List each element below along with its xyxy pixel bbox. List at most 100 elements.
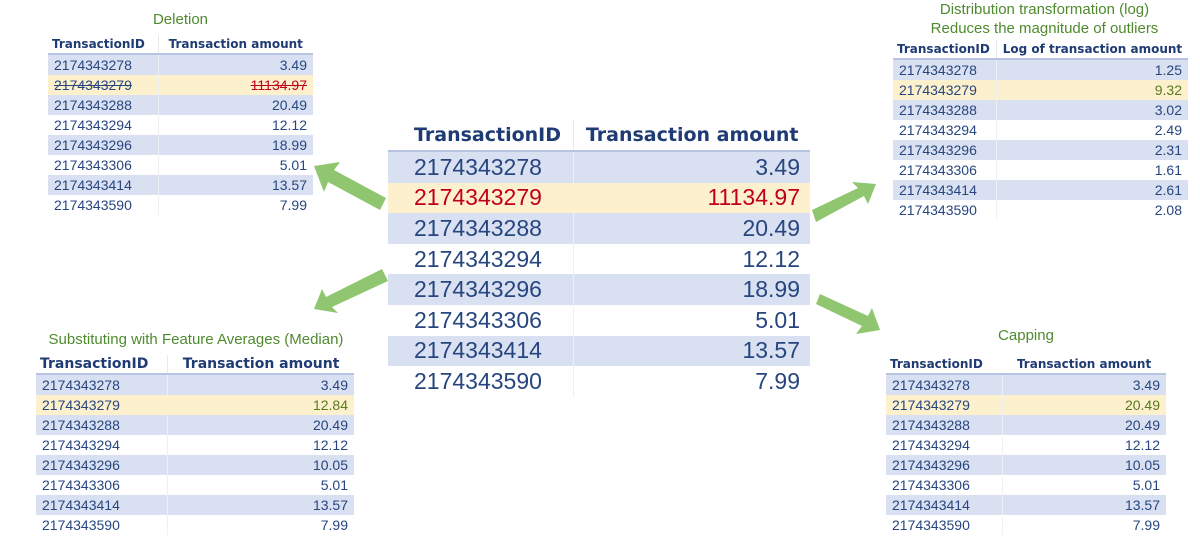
table-row: 2174343590 7.99 (36, 515, 354, 535)
header-transaction-amount: Transaction amount (167, 355, 354, 374)
transaction-id-cell: 2174343296 (36, 455, 168, 475)
transaction-amount-cell: 20.49 (157, 95, 313, 115)
transaction-amount-cell: 12.12 (573, 243, 810, 275)
transaction-amount-cell: 5.01 (1001, 475, 1166, 495)
table-row: 2174343294 12.12 (886, 435, 1166, 455)
arrow-to-median-icon (314, 269, 388, 313)
transaction-id-cell: 2174343414 (36, 495, 168, 515)
transaction-id-cell: 2174343279 (886, 395, 1003, 415)
capping-title: Capping (998, 327, 1054, 344)
transaction-id-cell: 2174343294 (899, 122, 977, 138)
table-row: 2174343296 18.99 (48, 135, 313, 155)
transaction-amount-cell: 7.99 (573, 366, 810, 397)
transaction-id-cell: 2174343414 (48, 175, 159, 195)
transaction-id-cell: 2174343414 (893, 180, 997, 200)
table-row: 2174343279 11134.97 (388, 182, 810, 214)
header-transaction-amount: Transaction amount (1016, 357, 1152, 371)
transaction-id-cell: 2174343590 (899, 202, 977, 218)
transaction-amount-cell: 3.49 (1001, 373, 1166, 395)
header-transaction-id: TransactionID (897, 42, 990, 56)
capping-panel: Capping TransactionID Transaction amount… (886, 326, 1166, 535)
transaction-id-cell: 2174343278 (48, 53, 159, 75)
median-panel: Substituting with Feature Averages (Medi… (36, 330, 356, 535)
deletion-table: TransactionID Transaction amount 2174343… (48, 35, 313, 215)
transaction-amount-cell: 10.05 (1001, 455, 1166, 475)
transaction-id-cell: 2174343306 (54, 157, 132, 173)
transaction-amount-cell: 13.57 (1001, 495, 1166, 515)
table-row: 2174343296 18.99 (388, 274, 810, 305)
arrow-to-log-transform-icon (812, 182, 876, 222)
transaction-id-cell: 2174343306 (42, 477, 120, 493)
table-row: 2174343288 20.49 (36, 415, 354, 435)
median-title: Substituting with Feature Averages (Medi… (48, 331, 344, 348)
header-log-amount: Log of transaction amount (995, 40, 1188, 59)
transaction-amount-cell: 5.01 (157, 155, 313, 175)
transaction-amount-cell: 18.99 (573, 274, 810, 305)
transaction-id-cell: 2174343296 (886, 455, 1003, 475)
table-row: 2174343278 1.25 (893, 58, 1188, 80)
header-transaction-id: TransactionID (890, 357, 983, 371)
transaction-amount-cell: 20.49 (1001, 415, 1166, 435)
table-row: 2174343294 12.12 (388, 243, 810, 275)
transaction-id-cell: 2174343288 (36, 415, 168, 435)
transaction-amount-cell: 7.99 (167, 515, 354, 535)
table-row: 2174343278 3.49 (886, 373, 1166, 395)
deletion-panel: Deletion TransactionID Transaction amoun… (48, 10, 313, 215)
table-row: 2174343296 2.31 (893, 140, 1188, 160)
log-transform-panel: Distribution transformation (log) Reduce… (893, 0, 1188, 220)
table-row: 2174343294 12.12 (36, 435, 354, 455)
transaction-amount-cell: 13.57 (157, 175, 313, 195)
transaction-id-cell: 2174343278 (893, 58, 997, 80)
transaction-amount-cell: 3.49 (157, 53, 313, 75)
transaction-id-cell: 2174343279 (893, 80, 997, 100)
table-row: 2174343288 3.02 (893, 100, 1188, 120)
table-row: 2174343590 2.08 (893, 200, 1188, 220)
arrow-to-capping-icon (816, 294, 880, 334)
table-row: 2174343306 5.01 (36, 475, 354, 495)
transaction-amount-cell: 11134.97 (573, 182, 810, 214)
table-row: 2174343288 20.49 (388, 213, 810, 244)
table-row: 2174343288 20.49 (886, 415, 1166, 435)
header-transaction-id: TransactionID (414, 124, 561, 146)
capping-table: TransactionID Transaction amount 2174343… (886, 355, 1166, 535)
transaction-id-cell: 2174343414 (886, 495, 1003, 515)
header-transaction-id: TransactionID (40, 356, 149, 372)
transaction-amount-cell: 20.49 (1001, 395, 1166, 415)
transaction-id-cell: 2174343590 (892, 517, 970, 533)
transaction-amount-cell: 12.12 (157, 115, 313, 135)
transaction-id-cell: 2174343590 (414, 367, 542, 394)
transaction-id-cell: 2174343279 (388, 182, 574, 214)
table-row: 2174343294 12.12 (48, 115, 313, 135)
transaction-amount-cell: 2.08 (995, 200, 1188, 220)
transaction-amount-cell: 3.49 (573, 150, 810, 183)
table-row: 2174343296 10.05 (886, 455, 1166, 475)
transaction-id-cell: 2174343414 (388, 335, 574, 367)
transaction-id-cell: 2174343306 (892, 477, 970, 493)
transaction-amount-cell: 1.25 (995, 58, 1188, 80)
log-transform-table: TransactionID Log of transaction amount … (893, 40, 1188, 220)
transaction-amount-cell: 12.12 (167, 435, 354, 455)
transaction-id-cell: 2174343294 (54, 117, 132, 133)
table-row: 2174343296 10.05 (36, 455, 354, 475)
transaction-id-cell: 2174343278 (36, 373, 168, 395)
transaction-amount-cell: 10.05 (167, 455, 354, 475)
transaction-amount-cell: 9.32 (995, 80, 1188, 100)
table-row: 2174343306 1.61 (893, 160, 1188, 180)
transaction-id-cell: 2174343294 (414, 245, 542, 272)
header-transaction-id: TransactionID (52, 37, 145, 51)
table-row: 2174343590 7.99 (388, 366, 810, 397)
transaction-id-cell: 2174343288 (893, 100, 997, 120)
table-row: 2174343278 3.49 (388, 150, 810, 183)
median-table: TransactionID Transaction amount 2174343… (36, 355, 354, 535)
transaction-amount-cell: 2.31 (995, 140, 1188, 160)
transaction-id-cell: 2174343294 (42, 437, 120, 453)
transaction-id-cell: 2174343278 (886, 373, 1003, 395)
table-row: 2174343306 5.01 (388, 304, 810, 336)
transaction-id-cell: 2174343590 (42, 517, 120, 533)
table-row: 2174343279 11134.97 (48, 75, 313, 95)
table-row: 2174343414 13.57 (48, 175, 313, 195)
table-row: 2174343278 3.49 (36, 373, 354, 395)
transaction-id-cell: 2174343288 (886, 415, 1003, 435)
transaction-amount-cell: 12.12 (1001, 435, 1166, 455)
transaction-id-cell: 2174343288 (48, 95, 159, 115)
